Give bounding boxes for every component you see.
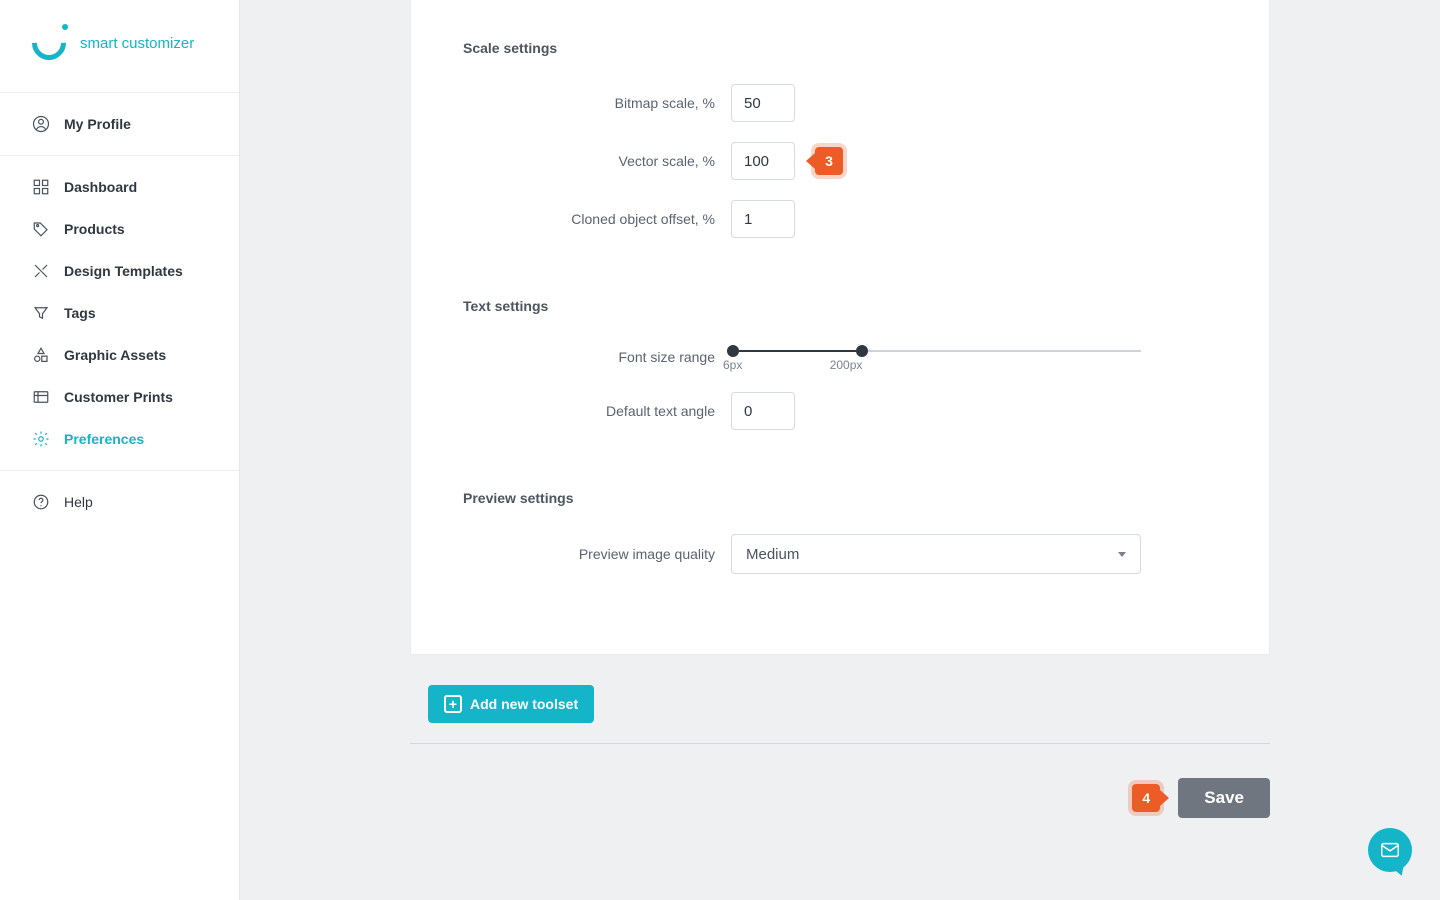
input-text-angle[interactable] [731, 392, 795, 430]
input-vector-scale[interactable] [731, 142, 795, 180]
row-font-range: Font size range 6px 200px [463, 342, 1217, 372]
sidebar-item-tags[interactable]: Tags [0, 292, 239, 334]
section-title-scale: Scale settings [463, 40, 1217, 56]
brand-logo-icon [32, 26, 66, 60]
dashboard-icon [32, 178, 50, 196]
label-font-range: Font size range [463, 349, 731, 365]
sidebar-item-products[interactable]: Products [0, 208, 239, 250]
row-vector-scale: Vector scale, % 3 [463, 142, 1217, 180]
mail-icon [1379, 839, 1401, 861]
sidebar: smart customizer My Profile Dashboard [0, 0, 240, 900]
settings-panel: Scale settings Bitmap scale, % Vector sc… [410, 0, 1270, 655]
select-value: Medium [746, 546, 799, 563]
label-vector-scale: Vector scale, % [463, 153, 731, 169]
font-size-range-slider[interactable]: 6px 200px [731, 342, 1141, 372]
sidebar-item-label: Graphic Assets [64, 347, 166, 363]
input-bitmap-scale[interactable] [731, 84, 795, 122]
callout-3: 3 [815, 147, 843, 175]
label-bitmap-scale: Bitmap scale, % [463, 95, 731, 111]
nav-help-block: Help [0, 471, 239, 533]
label-clone-offset: Cloned object offset, % [463, 211, 731, 227]
sidebar-item-design-templates[interactable]: Design Templates [0, 250, 239, 292]
shapes-icon [32, 346, 50, 364]
chevron-down-icon [1118, 552, 1126, 557]
brand: smart customizer [0, 0, 239, 93]
tools-icon [32, 262, 50, 280]
add-toolset-label: Add new toolset [470, 696, 578, 712]
gear-icon [32, 430, 50, 448]
save-button[interactable]: Save [1178, 778, 1270, 818]
slider-thumb-max[interactable] [856, 345, 868, 357]
tag-icon [32, 220, 50, 238]
select-preview-quality[interactable]: Medium [731, 534, 1141, 574]
input-clone-offset[interactable] [731, 200, 795, 238]
nav-profile-block: My Profile [0, 93, 239, 156]
nav-main-block: Dashboard Products Design Templates Tags [0, 156, 239, 471]
sidebar-item-label: Preferences [64, 431, 144, 447]
slider-min-label: 6px [723, 358, 742, 372]
plus-icon: + [444, 695, 462, 713]
chat-support-button[interactable] [1368, 828, 1412, 872]
row-text-angle: Default text angle [463, 392, 1217, 430]
save-row: 4 Save [410, 778, 1270, 818]
filter-icon [32, 304, 50, 322]
row-bitmap-scale: Bitmap scale, % [463, 84, 1217, 122]
sidebar-item-label: Help [64, 494, 93, 510]
section-title-text: Text settings [463, 298, 1217, 314]
callout-4: 4 [1132, 784, 1160, 812]
sidebar-item-help[interactable]: Help [0, 481, 239, 523]
user-icon [32, 115, 50, 133]
sidebar-item-label: Customer Prints [64, 389, 173, 405]
label-preview-quality: Preview image quality [463, 546, 731, 562]
sidebar-item-label: Design Templates [64, 263, 183, 279]
sidebar-item-my-profile[interactable]: My Profile [0, 103, 239, 145]
add-toolset-button[interactable]: + Add new toolset [428, 685, 594, 723]
sidebar-item-customer-prints[interactable]: Customer Prints [0, 376, 239, 418]
sidebar-item-label: Products [64, 221, 125, 237]
sidebar-item-label: Tags [64, 305, 96, 321]
toolset-actions: + Add new toolset [410, 685, 1270, 744]
sidebar-item-graphic-assets[interactable]: Graphic Assets [0, 334, 239, 376]
section-title-preview: Preview settings [463, 490, 1217, 506]
slider-thumb-min[interactable] [727, 345, 739, 357]
row-clone-offset: Cloned object offset, % [463, 200, 1217, 238]
brand-name: smart customizer [80, 35, 194, 52]
help-icon [32, 493, 50, 511]
prints-icon [32, 388, 50, 406]
label-text-angle: Default text angle [463, 403, 731, 419]
sidebar-item-label: My Profile [64, 116, 131, 132]
main-content: Scale settings Bitmap scale, % Vector sc… [240, 0, 1440, 900]
slider-max-label: 200px [830, 358, 863, 372]
sidebar-item-label: Dashboard [64, 179, 137, 195]
sidebar-item-dashboard[interactable]: Dashboard [0, 166, 239, 208]
sidebar-item-preferences[interactable]: Preferences [0, 418, 239, 460]
row-preview-quality: Preview image quality Medium [463, 534, 1217, 574]
